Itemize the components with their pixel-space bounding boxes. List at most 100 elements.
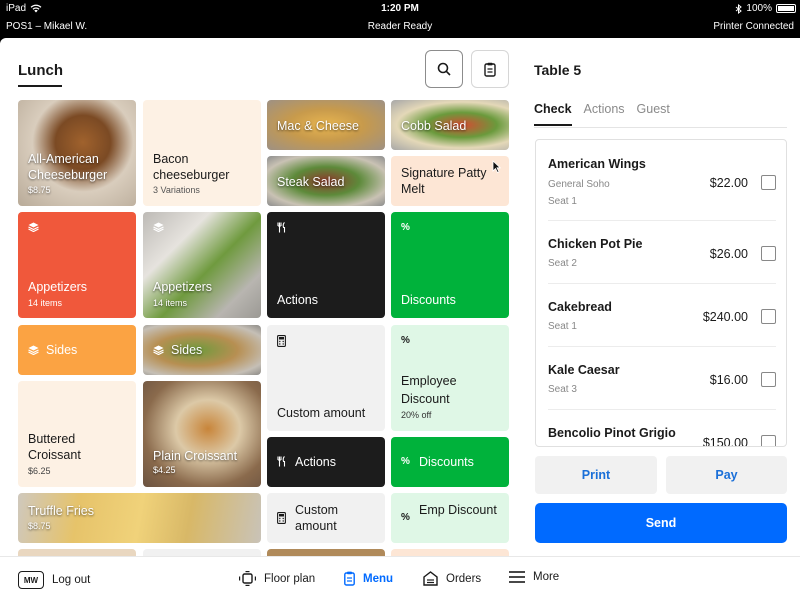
pay-button[interactable]: Pay bbox=[666, 456, 787, 494]
item-checkbox[interactable] bbox=[761, 435, 776, 446]
check-item[interactable]: Cakebread Seat 1 $240.00 bbox=[536, 284, 786, 347]
clock: 1:20 PM bbox=[381, 3, 419, 14]
clipboard-icon bbox=[484, 62, 496, 77]
nav-label: Orders bbox=[446, 572, 482, 585]
tile-appetizers-photo[interactable]: Appetizers 14 items bbox=[143, 212, 261, 318]
item-seat: Seat 1 bbox=[548, 321, 577, 332]
tab-check[interactable]: Check bbox=[534, 102, 572, 126]
tile-appetizers-category[interactable]: Appetizers 14 items bbox=[18, 212, 136, 318]
tile-partial-3[interactable] bbox=[267, 549, 385, 556]
stack-icon bbox=[153, 222, 164, 232]
battery-icon bbox=[776, 4, 796, 13]
item-price: $26.00 bbox=[709, 247, 748, 261]
nav-orders[interactable]: Orders bbox=[423, 571, 481, 586]
tile-cheeseburger[interactable]: All-American Cheeseburger $8.75 bbox=[18, 100, 136, 206]
item-name: Cakebread bbox=[548, 300, 612, 314]
calculator-icon bbox=[277, 335, 286, 347]
stack-icon bbox=[28, 222, 39, 232]
tile-plain-croissant[interactable]: Plain Croissant $4.25 bbox=[143, 381, 261, 487]
tile-sides-category[interactable]: Sides bbox=[18, 325, 136, 375]
item-seat: Seat 3 bbox=[548, 384, 577, 395]
item-name: Chicken Pot Pie bbox=[548, 237, 643, 251]
tile-mac-cheese[interactable]: Mac & Cheese bbox=[267, 100, 385, 150]
item-checkbox[interactable] bbox=[761, 175, 776, 190]
tile-partial-1[interactable] bbox=[18, 549, 136, 556]
nav-menu[interactable]: Menu bbox=[344, 571, 393, 586]
bluetooth-icon bbox=[736, 3, 743, 14]
nav-more[interactable]: More bbox=[509, 571, 559, 583]
tile-custom-amount-small[interactable]: Custom amount bbox=[267, 493, 385, 543]
stack-icon bbox=[28, 345, 39, 355]
tile-discounts[interactable]: % Discounts bbox=[391, 212, 509, 318]
menu-icon bbox=[344, 571, 355, 586]
tile-item-count: 14 items bbox=[153, 298, 188, 308]
check-item[interactable]: Bencolio Pinot Grigio $150.00 bbox=[536, 410, 786, 447]
tile-employee-discount[interactable]: % Employee Discount 20% off bbox=[391, 325, 509, 431]
tile-label: Plain Croissant bbox=[153, 449, 238, 463]
check-items-list[interactable]: American Wings General Soho Seat 1 $22.0… bbox=[535, 139, 787, 447]
bottom-nav: MW Log out Floor plan Menu Orders More bbox=[0, 556, 800, 600]
item-checkbox[interactable] bbox=[761, 372, 776, 387]
check-item[interactable]: American Wings General Soho Seat 1 $22.0… bbox=[536, 140, 786, 221]
tile-truffle-fries[interactable]: Truffle Fries $8.75 bbox=[18, 493, 261, 543]
item-price: $240.00 bbox=[702, 310, 748, 324]
floor-plan-icon bbox=[239, 571, 256, 586]
nav-floor-plan[interactable]: Floor plan bbox=[239, 571, 315, 586]
tile-label: Sides bbox=[46, 343, 78, 357]
percent-icon: % bbox=[401, 222, 410, 233]
tile-steak-salad[interactable]: Steak Salad bbox=[267, 156, 385, 206]
menu-title-underline bbox=[18, 85, 62, 87]
percent-icon: % bbox=[401, 456, 410, 467]
print-button[interactable]: Print bbox=[535, 456, 657, 494]
cursor-icon bbox=[492, 160, 501, 173]
tabs-divider bbox=[534, 127, 787, 128]
item-seat: Seat 2 bbox=[548, 258, 577, 269]
tile-variations: 3 Variations bbox=[153, 185, 200, 195]
tile-emp-discount-small[interactable]: % Emp Discount bbox=[391, 493, 509, 543]
tile-sides-photo[interactable]: Sides bbox=[143, 325, 261, 375]
menu-grid: All-American Cheeseburger $8.75 Bacon ch… bbox=[18, 100, 510, 556]
fork-knife-icon bbox=[277, 222, 286, 233]
status-bar: iPad 1:20 PM 100% POS1 – Mikael W. Reade… bbox=[0, 0, 800, 38]
item-price: $16.00 bbox=[709, 373, 748, 387]
tile-label: Buttered Croissant bbox=[28, 432, 81, 462]
item-price: $150.00 bbox=[702, 436, 748, 447]
tile-custom-amount[interactable]: Custom amount bbox=[267, 325, 385, 431]
tile-label: Custom amount bbox=[295, 503, 339, 533]
tab-guest[interactable]: Guest bbox=[637, 102, 670, 126]
check-item[interactable]: Kale Caesar Seat 3 $16.00 bbox=[536, 347, 786, 410]
tile-cobb-salad[interactable]: Cobb Salad bbox=[391, 100, 509, 150]
item-seat: Seat 1 bbox=[548, 196, 577, 207]
tile-label: Bacon cheeseburger bbox=[153, 152, 230, 182]
tile-discounts-small[interactable]: % Discounts bbox=[391, 437, 509, 487]
fork-knife-icon bbox=[277, 456, 286, 467]
search-button[interactable] bbox=[425, 50, 463, 88]
printer-status: Printer Connected bbox=[713, 21, 794, 32]
logout-button[interactable]: MW Log out bbox=[18, 571, 90, 589]
tile-patty-melt[interactable]: Signature Patty Melt bbox=[391, 156, 509, 206]
percent-icon: % bbox=[401, 512, 410, 523]
nav-label: Floor plan bbox=[264, 572, 316, 585]
tile-partial-2[interactable] bbox=[143, 549, 261, 556]
check-item[interactable]: Chicken Pot Pie Seat 2 $26.00 bbox=[536, 221, 786, 284]
send-button[interactable]: Send bbox=[535, 503, 787, 543]
tile-label: Signature Patty Melt bbox=[401, 166, 487, 196]
clipboard-button[interactable] bbox=[471, 50, 509, 88]
tile-label: Mac & Cheese bbox=[277, 119, 359, 133]
tile-price: $6.25 bbox=[28, 466, 51, 476]
item-modifier: General Soho bbox=[548, 179, 610, 190]
tile-label: All-American Cheeseburger bbox=[28, 152, 108, 182]
check-panel: Table 5 Check Actions Guest American Win… bbox=[522, 38, 800, 556]
tile-bacon-cheeseburger[interactable]: Bacon cheeseburger 3 Variations bbox=[143, 100, 261, 206]
item-name: American Wings bbox=[548, 157, 646, 171]
tile-actions-small[interactable]: Actions bbox=[267, 437, 385, 487]
tile-label: Emp Discount bbox=[419, 503, 497, 517]
tile-actions[interactable]: Actions bbox=[267, 212, 385, 318]
tab-actions[interactable]: Actions bbox=[584, 102, 625, 126]
tile-partial-4[interactable] bbox=[391, 549, 509, 556]
check-tabs: Check Actions Guest bbox=[534, 102, 670, 126]
table-title: Table 5 bbox=[534, 62, 582, 78]
item-checkbox[interactable] bbox=[761, 309, 776, 324]
tile-buttered-croissant[interactable]: Buttered Croissant $6.25 bbox=[18, 381, 136, 487]
item-checkbox[interactable] bbox=[761, 246, 776, 261]
